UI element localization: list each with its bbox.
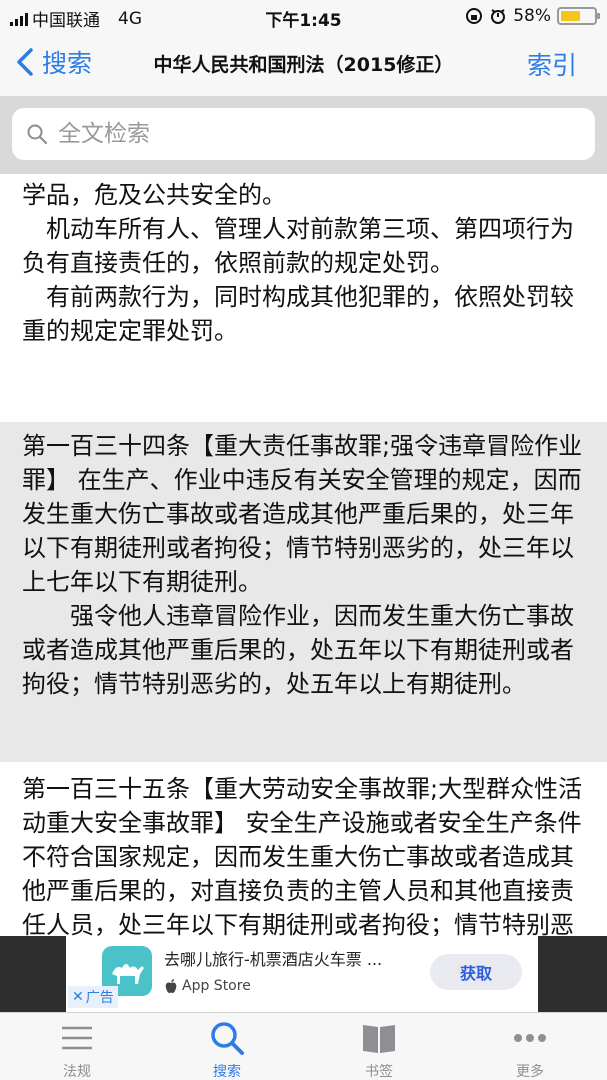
close-ad-icon[interactable]: ✕ — [72, 989, 84, 1005]
status-right: 58% — [465, 6, 600, 26]
app-store-label: App Store — [164, 978, 251, 994]
app-store-text: App Store — [182, 978, 251, 994]
article-body: 在生产、作业中违反有关安全管理的规定，因而发生重大伤亡事故或者造成其他严重后果的… — [22, 466, 582, 596]
orientation-lock-icon — [466, 8, 483, 24]
full-text-search-input[interactable] — [58, 121, 538, 147]
tab-label: 书签 — [365, 1064, 393, 1080]
tab-regulations[interactable]: 法规 — [17, 1019, 137, 1080]
text-line: 学品，危及公共安全的。 — [22, 181, 286, 209]
book-icon — [363, 1025, 395, 1053]
text-paragraph: 有前两款行为，同时构成其他犯罪的，依照处罚较重的规定定罪处罚。 — [22, 283, 574, 345]
back-button-label: 搜索 — [42, 49, 93, 78]
article-133-tail: 学品，危及公共安全的。 机动车所有人、管理人对前款第三项、第四项行为负有直接责任… — [0, 174, 607, 422]
text-paragraph: 机动车所有人、管理人对前款第三项、第四项行为负有直接责任的，依照前款的规定处罚。 — [22, 215, 574, 277]
list-icon — [62, 1026, 92, 1050]
battery-fill — [561, 11, 580, 21]
tab-more[interactable]: 更多 — [470, 1019, 590, 1080]
page-title: 中华人民共和国刑法（2015修正） — [153, 54, 454, 76]
chevron-left-icon — [17, 48, 33, 76]
article-134[interactable]: 第一百三十四条【重大责任事故罪;强令违章冒险作业罪】 在生产、作业中违反有关安全… — [0, 422, 607, 762]
tab-label: 更多 — [516, 1064, 544, 1080]
search-bar-container — [0, 96, 607, 174]
camel-icon — [112, 964, 144, 984]
article-135[interactable]: 第一百三十五条【重大劳动安全事故罪;大型群众性活动重大安全事故罪】 安全生产设施… — [0, 762, 607, 936]
ad-badge-label: 广告 — [85, 990, 114, 1006]
status-bar: 中国联通 4G 下午1:45 58% — [0, 0, 607, 34]
article-paragraph: 强令他人违章冒险作业，因而发生重大伤亡事故或者造成其他严重后果的，处五年以下有期… — [22, 602, 574, 698]
search-icon — [211, 1022, 244, 1055]
tab-bookmarks[interactable]: 书签 — [319, 1019, 439, 1080]
index-button[interactable]: 索引 — [527, 46, 577, 82]
tab-search[interactable]: 搜索 — [167, 1019, 287, 1080]
search-icon — [27, 124, 48, 145]
ad-title: 去哪儿旅行-机票酒店火车票 ... — [164, 950, 383, 969]
law-content[interactable]: 学品，危及公共安全的。 机动车所有人、管理人对前款第三项、第四项行为负有直接责任… — [0, 174, 607, 936]
alarm-icon — [491, 9, 506, 24]
back-button[interactable]: 搜索 — [14, 44, 92, 80]
battery-percent: 58% — [513, 6, 551, 26]
tab-bar: 法规 搜索 书签 更多 — [0, 1012, 607, 1080]
ad-banner[interactable]: 去哪儿旅行-机票酒店火车票 ... App Store 获取 ✕ 广告 — [0, 936, 607, 1012]
navigation-bar: 搜索 中华人民共和国刑法（2015修正） 索引 — [0, 34, 607, 96]
more-icon — [514, 1034, 546, 1042]
tab-label: 法规 — [63, 1064, 91, 1080]
battery-icon — [557, 7, 600, 25]
article-text: 第一百三十五条【重大劳动安全事故罪;大型群众性活动重大安全事故罪】 安全生产设施… — [0, 772, 607, 936]
article-text: 第一百三十四条【重大责任事故罪;强令违章冒险作业罪】 在生产、作业中违反有关安全… — [0, 429, 607, 599]
search-bar[interactable] — [12, 108, 595, 160]
get-app-button[interactable]: 获取 — [430, 954, 522, 990]
tab-label: 搜索 — [213, 1064, 241, 1080]
apple-icon — [165, 979, 177, 993]
ad-card[interactable]: 去哪儿旅行-机票酒店火车票 ... App Store 获取 — [66, 936, 538, 1012]
ad-badge[interactable]: ✕ 广告 — [68, 986, 118, 1008]
